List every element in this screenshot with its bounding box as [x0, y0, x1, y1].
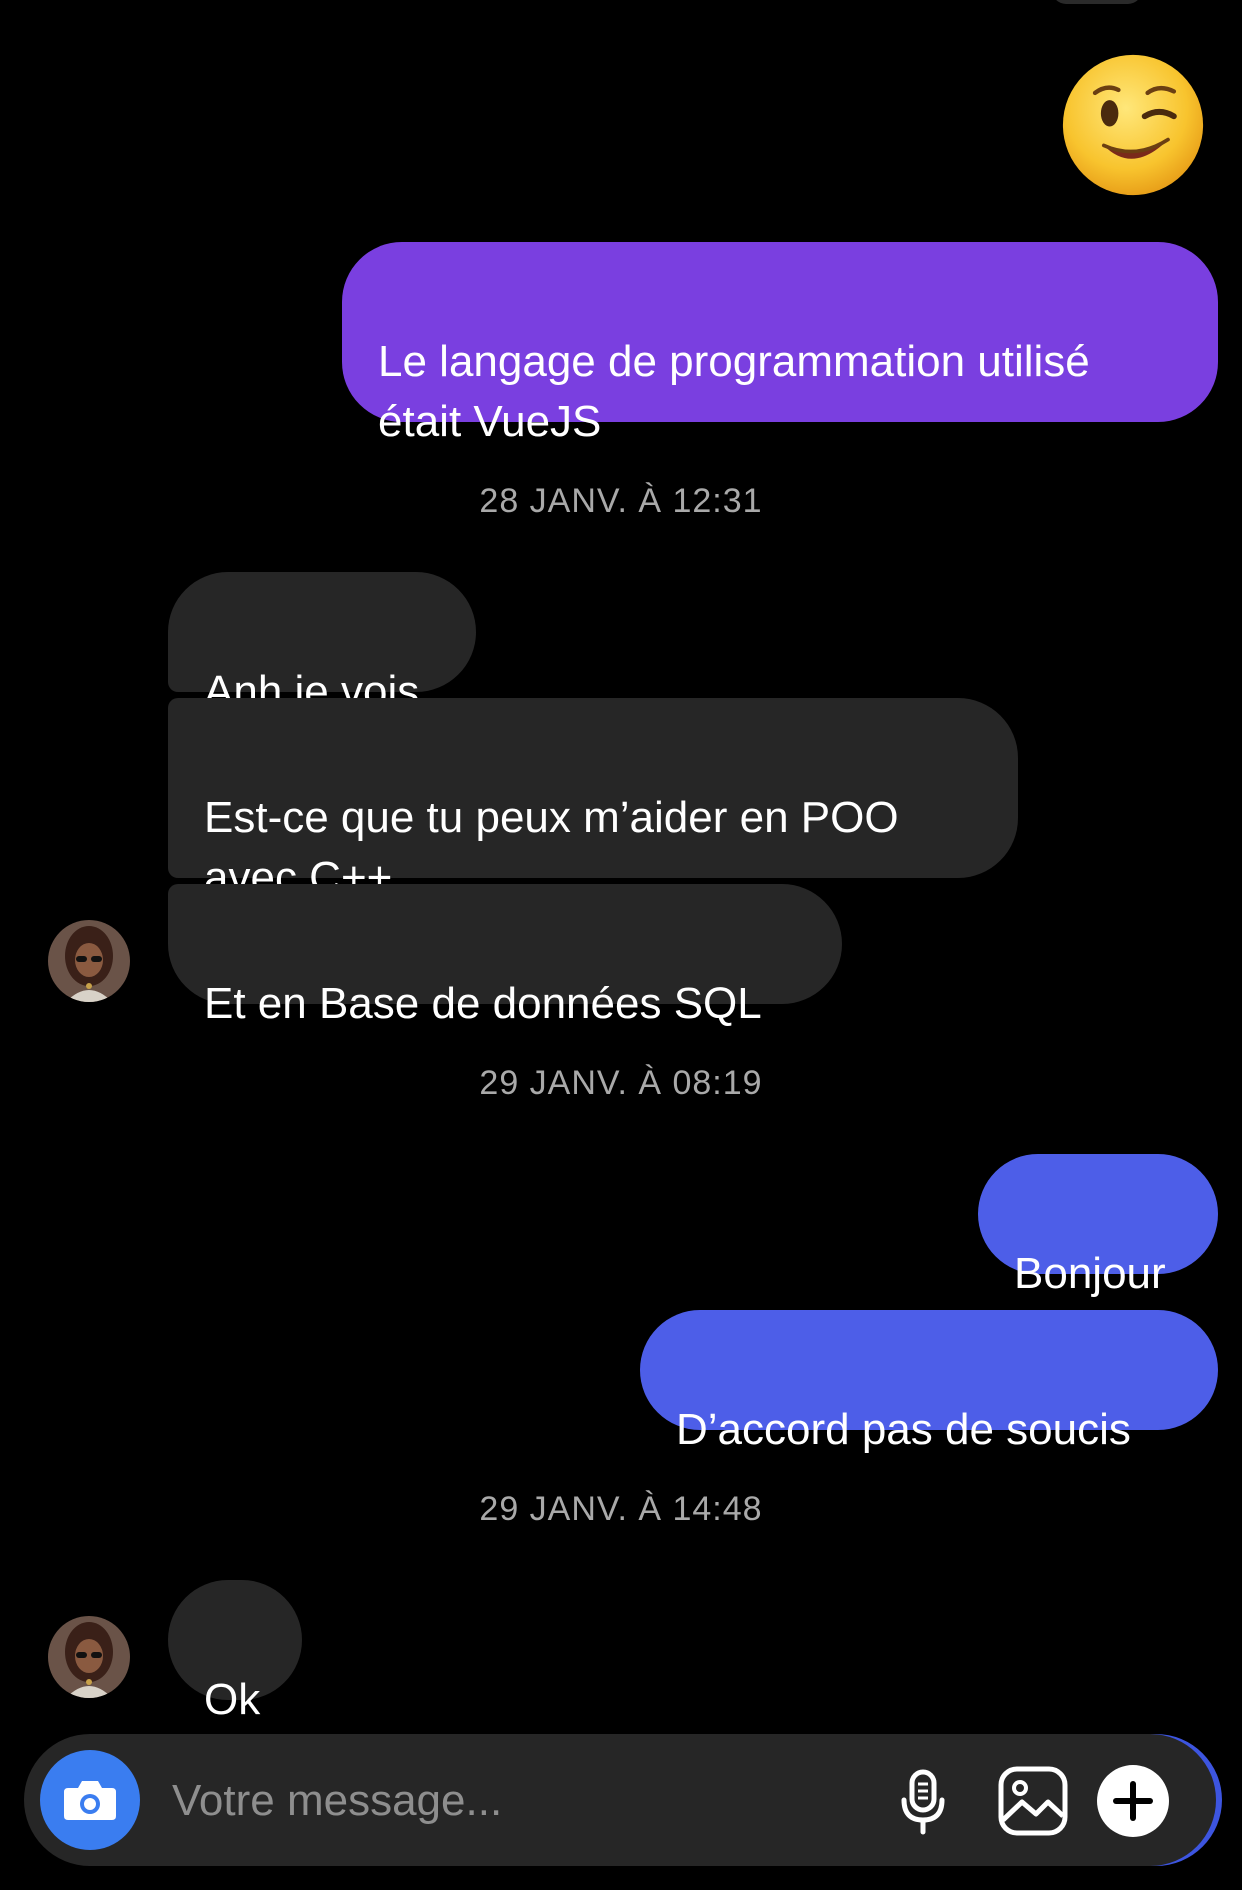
contact-avatar[interactable]: [48, 1616, 130, 1698]
message-text: D’accord pas de soucis: [676, 1405, 1131, 1454]
incoming-message[interactable]: Anh je vois: [168, 572, 476, 716]
plus-icon: [1097, 1765, 1169, 1837]
incoming-message[interactable]: Ok: [168, 1580, 302, 1724]
outgoing-message[interactable]: Bonjour: [978, 1154, 1218, 1298]
camera-icon: [64, 1781, 116, 1820]
incoming-message[interactable]: Et en Base de données SQL: [168, 884, 842, 1028]
camera-button[interactable]: [40, 1750, 140, 1850]
voice-message-button[interactable]: [886, 1764, 960, 1838]
gallery-button[interactable]: [996, 1764, 1070, 1838]
winking-face-emoji[interactable]: [1060, 52, 1206, 198]
avatar-image: [48, 920, 130, 1002]
message-text: Bonjour: [1014, 1249, 1166, 1298]
avatar-image: [48, 1616, 130, 1698]
message-input[interactable]: [170, 1764, 854, 1838]
message-text: Et en Base de données SQL: [204, 979, 762, 1028]
image-icon: [998, 1766, 1068, 1836]
incoming-message[interactable]: Est-ce que tu peux m’aider en POO avec C…: [168, 698, 1018, 902]
more-options-button[interactable]: [1096, 1764, 1170, 1838]
message-thread[interactable]: Le langage de programmation utilisé étai…: [0, 0, 1242, 1724]
message-text: Le langage de programmation utilisé étai…: [378, 337, 1090, 446]
outgoing-message[interactable]: D’accord pas de soucis: [640, 1310, 1218, 1454]
previous-message-edge: [1052, 0, 1142, 4]
timestamp: 29 JANV. À 08:19: [479, 1064, 763, 1102]
timestamp: 29 JANV. À 14:48: [479, 1490, 763, 1528]
message-text: Ok: [204, 1675, 261, 1724]
microphone-icon: [901, 1769, 945, 1835]
message-composer: [24, 1734, 1216, 1866]
contact-avatar[interactable]: [48, 920, 130, 1002]
timestamp: 28 JANV. À 12:31: [479, 482, 763, 520]
outgoing-message[interactable]: Le langage de programmation utilisé étai…: [342, 242, 1218, 446]
